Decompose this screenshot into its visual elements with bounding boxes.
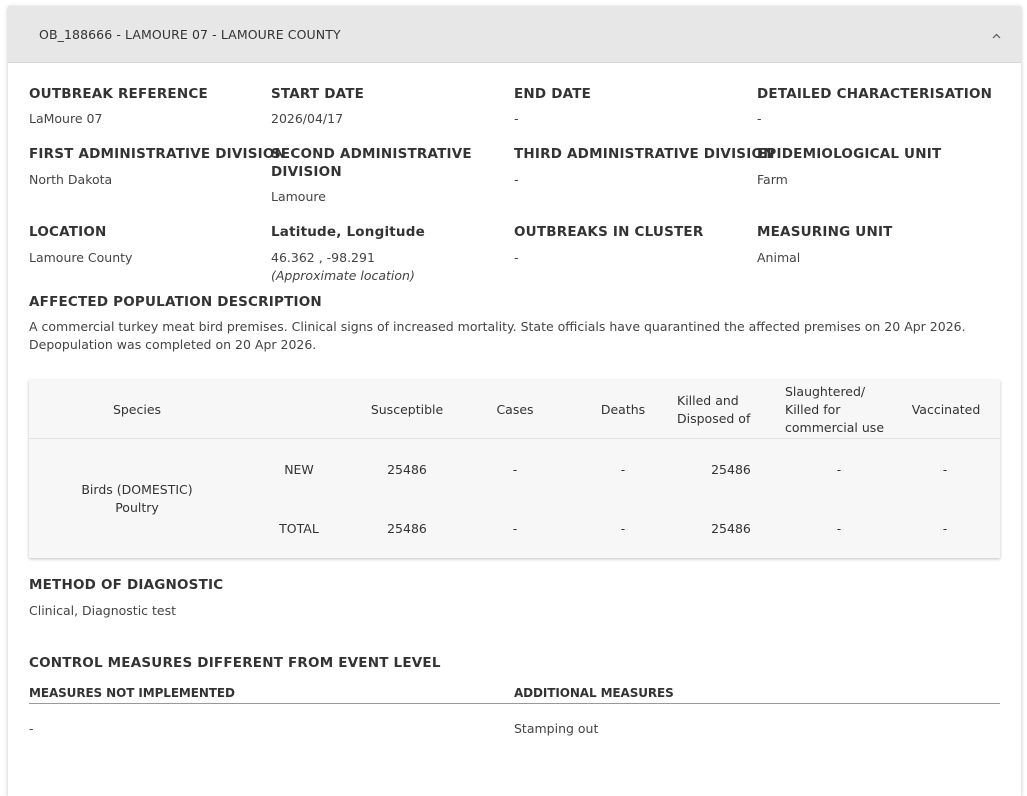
- row-new-susceptible: 25486: [387, 462, 427, 477]
- additional-measures-label: ADDITIONAL MEASURES: [514, 686, 674, 700]
- row-new-slaughtered: -: [836, 462, 842, 477]
- method-of-diagnostic-value: Clinical, Diagnostic test: [29, 603, 177, 618]
- affected-population-label: AFFECTED POPULATION DESCRIPTION: [29, 294, 322, 310]
- end-date-label: END DATE: [514, 86, 592, 102]
- table-header-divider: [29, 438, 1000, 439]
- end-date-value: -: [514, 111, 519, 126]
- measures-not-implemented-label: MEASURES NOT IMPLEMENTED: [29, 686, 235, 700]
- method-of-diagnostic-label: METHOD OF DIAGNOSTIC: [29, 577, 224, 593]
- row-total-killed: 25486: [711, 521, 751, 536]
- second-admin-division-value: Lamoure: [271, 189, 326, 204]
- row-new-killed: 25486: [711, 462, 751, 477]
- epidemiological-unit-label: EPIDEMIOLOGICAL UNIT: [757, 146, 942, 162]
- panel-header[interactable]: OB_188666 - LAMOURE 07 - LAMOURE COUNTY: [8, 6, 1021, 63]
- detailed-characterisation-label: DETAILED CHARACTERISATION: [757, 86, 993, 102]
- th-susceptible: Susceptible: [370, 402, 444, 417]
- row-total-type: TOTAL: [279, 521, 319, 536]
- lat-long-value: 46.362 , -98.291: [271, 250, 375, 265]
- row-total-slaughtered: -: [836, 521, 842, 536]
- row-new-cases: -: [512, 462, 518, 477]
- second-admin-division-label-line1: SECOND ADMINISTRATIVE: [271, 146, 472, 162]
- affected-population-line2: Depopulation was completed on 20 Apr 202…: [29, 337, 317, 352]
- th-slaughtered-line1: Slaughtered/: [785, 384, 866, 399]
- affected-population-line1: A commercial turkey meat bird premises. …: [29, 319, 966, 334]
- chevron-up-icon[interactable]: [992, 32, 1001, 41]
- species-name-line1: Birds (DOMESTIC): [81, 482, 193, 497]
- th-killed-line2: Disposed of: [677, 411, 751, 426]
- location-value: Lamoure County: [29, 250, 133, 265]
- first-admin-division-label: FIRST ADMINISTRATIVE DIVISION: [29, 146, 287, 162]
- start-date-value: 2026/04/17: [271, 111, 344, 126]
- second-admin-division-label-line2: DIVISION: [271, 164, 342, 180]
- detailed-characterisation-value: -: [757, 111, 762, 126]
- measuring-unit-label: MEASURING UNIT: [757, 224, 893, 240]
- first-admin-division-value: North Dakota: [29, 172, 113, 187]
- third-admin-division-value: -: [514, 172, 519, 187]
- lat-long-label: Latitude, Longitude: [271, 224, 425, 240]
- outbreaks-in-cluster-value: -: [514, 250, 519, 265]
- outbreak-panel: OB_188666 - LAMOURE 07 - LAMOURE COUNTY …: [8, 6, 1021, 796]
- outbreak-reference-value: LaMoure 07: [29, 111, 103, 126]
- th-deaths: Deaths: [600, 402, 646, 417]
- row-total-vaccinated: -: [942, 521, 948, 536]
- outbreak-reference-label: OUTBREAK REFERENCE: [29, 86, 208, 102]
- th-slaughtered-line3: commercial use: [785, 420, 885, 435]
- measures-not-implemented-value: -: [29, 721, 34, 736]
- measuring-unit-value: Animal: [757, 250, 801, 265]
- species-name-line2: Poultry: [115, 500, 159, 515]
- panel-title: OB_188666 - LAMOURE 07 - LAMOURE COUNTY: [39, 26, 341, 42]
- row-total-susceptible: 25486: [387, 521, 427, 536]
- location-label: LOCATION: [29, 224, 107, 240]
- th-species: Species: [112, 402, 162, 417]
- row-new-type: NEW: [284, 462, 314, 477]
- species-table: Species Susceptible Cases Deaths Killed …: [29, 380, 1000, 558]
- th-vaccinated: Vaccinated: [911, 402, 981, 417]
- th-slaughtered-line2: Killed for: [785, 402, 841, 417]
- row-total-cases: -: [512, 521, 518, 536]
- approximate-location-note: (Approximate location): [271, 268, 415, 283]
- epidemiological-unit-value: Farm: [757, 172, 788, 187]
- row-total-deaths: -: [620, 521, 626, 536]
- outbreaks-in-cluster-label: OUTBREAKS IN CLUSTER: [514, 224, 704, 240]
- row-new-deaths: -: [620, 462, 626, 477]
- control-measures-divider: [29, 703, 1000, 704]
- third-admin-division-label: THIRD ADMINISTRATIVE DIVISION: [514, 146, 775, 162]
- th-cases: Cases: [496, 402, 534, 417]
- start-date-label: START DATE: [271, 86, 365, 102]
- additional-measures-value: Stamping out: [514, 721, 599, 736]
- th-killed-line1: Killed and: [677, 393, 739, 408]
- control-measures-title: CONTROL MEASURES DIFFERENT FROM EVENT LE…: [29, 655, 441, 671]
- row-new-vaccinated: -: [942, 462, 948, 477]
